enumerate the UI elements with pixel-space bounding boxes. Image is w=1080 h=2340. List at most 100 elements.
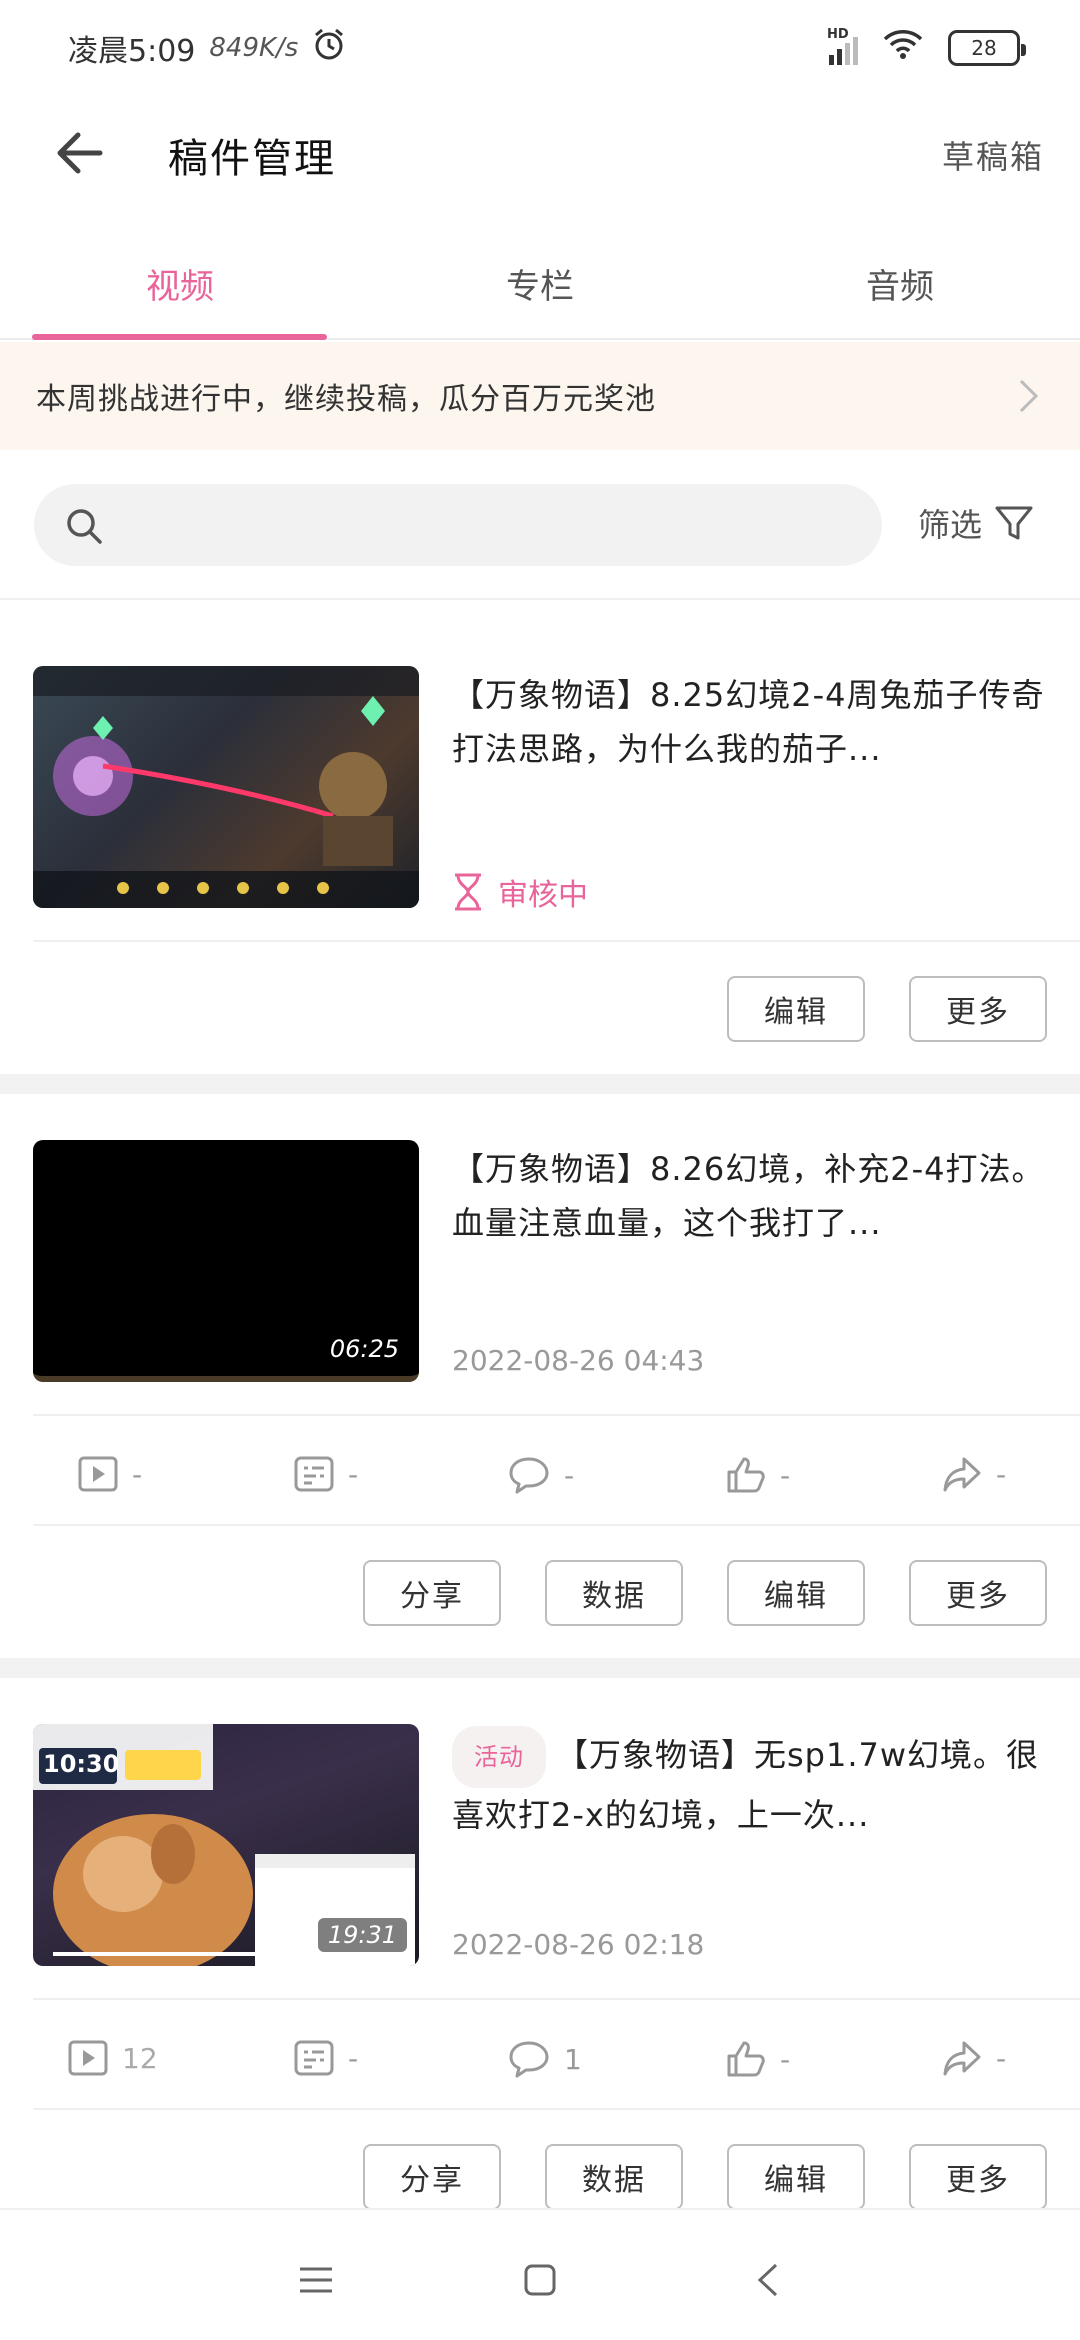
list-item: 10:30 19:31 活动 【万象物语】无sp1.7w幻境。很喜欢打2-x的幻境… — [0, 1678, 1080, 2210]
data-button[interactable]: 数据 — [545, 1560, 683, 1626]
challenge-banner[interactable]: 本周挑战进行中，继续投稿，瓜分百万元奖池 — [0, 342, 1080, 450]
divider — [33, 940, 1080, 942]
page-title: 稿件管理 — [168, 136, 336, 182]
duration-badge: 06:25 — [319, 1332, 409, 1366]
stat-shares: - — [942, 1456, 1006, 1492]
square-icon — [524, 2264, 556, 2296]
share-button[interactable]: 分享 — [363, 2144, 501, 2210]
filter-label: 筛选 — [918, 506, 983, 544]
share-icon — [943, 2041, 981, 2076]
draft-box-button[interactable]: 草稿箱 — [942, 132, 1044, 178]
video-title[interactable]: 活动 【万象物语】无sp1.7w幻境。很喜欢打2-x的幻境，上一次... — [452, 1726, 1052, 1842]
list-item: 【万象物语】8.25幻境2-4周兔茄子传奇打法思路，为什么我的茄子... 审核中… — [0, 602, 1080, 1074]
menu-nav-button[interactable] — [286, 2250, 346, 2310]
arrow-left-icon — [57, 132, 103, 174]
data-button[interactable]: 数据 — [545, 2144, 683, 2210]
edit-button[interactable]: 编辑 — [727, 976, 865, 1042]
more-button[interactable]: 更多 — [909, 1560, 1047, 1626]
divider — [33, 1998, 1080, 2000]
stats-row: - - - - - — [0, 1420, 1080, 1530]
status-bar: 凌晨5:09 849K/s HD 28 — [0, 0, 1080, 96]
thumbs-up-icon — [727, 2041, 765, 2077]
back-button[interactable] — [44, 118, 114, 188]
game-scene-image — [33, 666, 419, 908]
wifi-icon — [882, 27, 924, 69]
back-nav-button[interactable] — [738, 2250, 798, 2310]
stat-comments-value: 1 — [564, 2042, 582, 2076]
thumbnail-clock-text: 10:30 — [43, 1750, 120, 1778]
battery-icon: 28 — [948, 30, 1026, 66]
stat-comments: 1 — [508, 2040, 582, 2078]
danmaku-icon — [294, 2040, 334, 2076]
review-status: 审核中 — [452, 870, 588, 914]
divider — [33, 1524, 1080, 1526]
chevron-right-icon — [1018, 378, 1040, 422]
section-gap — [0, 1658, 1080, 1678]
search-row: 筛选 — [0, 450, 1080, 600]
app-header: 稿件管理 草稿箱 — [0, 96, 1080, 210]
video-title[interactable]: 【万象物语】8.26幻境，补充2-4打法。血量注意血量，这个我打了... — [452, 1142, 1052, 1250]
edit-button[interactable]: 编辑 — [727, 1560, 865, 1626]
hourglass-icon — [455, 873, 481, 911]
more-button[interactable]: 更多 — [909, 976, 1047, 1042]
video-thumbnail[interactable]: 06:25 — [33, 1140, 419, 1382]
share-icon — [943, 1457, 981, 1492]
section-gap — [0, 1074, 1080, 1094]
signal-icon: HD — [827, 27, 858, 65]
home-nav-button[interactable] — [510, 2250, 570, 2310]
status-text: 审核中 — [498, 878, 588, 913]
stat-likes: - — [726, 1456, 790, 1494]
chevron-left-icon — [757, 2263, 778, 2297]
search-box — [34, 484, 882, 566]
stat-plays-value: 12 — [122, 2041, 158, 2075]
stat-comments: - — [508, 1456, 574, 1494]
content-tabs: 视频 专栏 音频 — [0, 228, 1080, 340]
publish-date: 2022-08-26 04:43 — [452, 1344, 705, 1377]
share-button[interactable]: 分享 — [363, 1560, 501, 1626]
stat-plays-value: - — [132, 1457, 143, 1491]
filter-button[interactable]: 筛选 — [918, 500, 1034, 546]
status-right: HD 28 — [827, 27, 1026, 69]
stat-likes-value: - — [780, 2042, 791, 2076]
thumbs-up-icon — [727, 1457, 765, 1493]
divider — [33, 1414, 1080, 1416]
stat-danmaku-value: - — [348, 1457, 359, 1491]
danmaku-icon — [294, 1456, 334, 1492]
comment-icon — [509, 2041, 549, 2078]
stat-shares: - — [942, 2040, 1006, 2076]
stat-danmaku: - — [294, 2040, 358, 2076]
alarm-icon — [312, 27, 346, 69]
status-time: 凌晨5:09 — [68, 34, 196, 69]
publish-date: 2022-08-26 02:18 — [452, 1928, 705, 1961]
tab-video[interactable]: 视频 — [0, 228, 360, 340]
status-left: 凌晨5:09 849K/s — [68, 26, 346, 70]
duration-badge: 19:31 — [317, 1918, 407, 1952]
list-item: 06:25 【万象物语】8.26幻境，补充2-4打法。血量注意血量，这个我打了.… — [0, 1094, 1080, 1658]
search-input[interactable] — [124, 484, 864, 566]
menu-icon — [300, 2267, 332, 2293]
video-thumbnail[interactable] — [33, 666, 419, 908]
banner-text: 本周挑战进行中，继续投稿，瓜分百万元奖池 — [36, 382, 656, 417]
search-icon — [64, 506, 104, 550]
stat-danmaku: - — [294, 1456, 358, 1492]
stat-likes-value: - — [780, 1458, 791, 1492]
system-nav-bar — [0, 2208, 1080, 2340]
edit-button[interactable]: 编辑 — [727, 2144, 865, 2210]
tab-audio[interactable]: 音频 — [720, 228, 1080, 338]
activity-tag: 活动 — [452, 1726, 546, 1788]
video-thumbnail[interactable]: 10:30 19:31 — [33, 1724, 419, 1966]
stat-comments-value: - — [564, 1458, 575, 1492]
video-title[interactable]: 【万象物语】8.25幻境2-4周兔茄子传奇打法思路，为什么我的茄子... — [452, 668, 1052, 776]
comment-icon — [509, 1457, 549, 1494]
more-button[interactable]: 更多 — [909, 2144, 1047, 2210]
network-type: HD — [827, 27, 849, 42]
network-speed: 849K/s — [209, 33, 299, 63]
stat-shares-value: - — [996, 1457, 1007, 1491]
funnel-icon — [995, 506, 1033, 540]
stat-danmaku-value: - — [348, 2041, 359, 2075]
play-icon — [68, 2040, 108, 2076]
stat-plays: 12 — [68, 2040, 158, 2076]
stat-plays: - — [78, 1456, 142, 1492]
tab-column[interactable]: 专栏 — [360, 228, 720, 338]
stats-row: 12 - 1 - - — [0, 2004, 1080, 2114]
